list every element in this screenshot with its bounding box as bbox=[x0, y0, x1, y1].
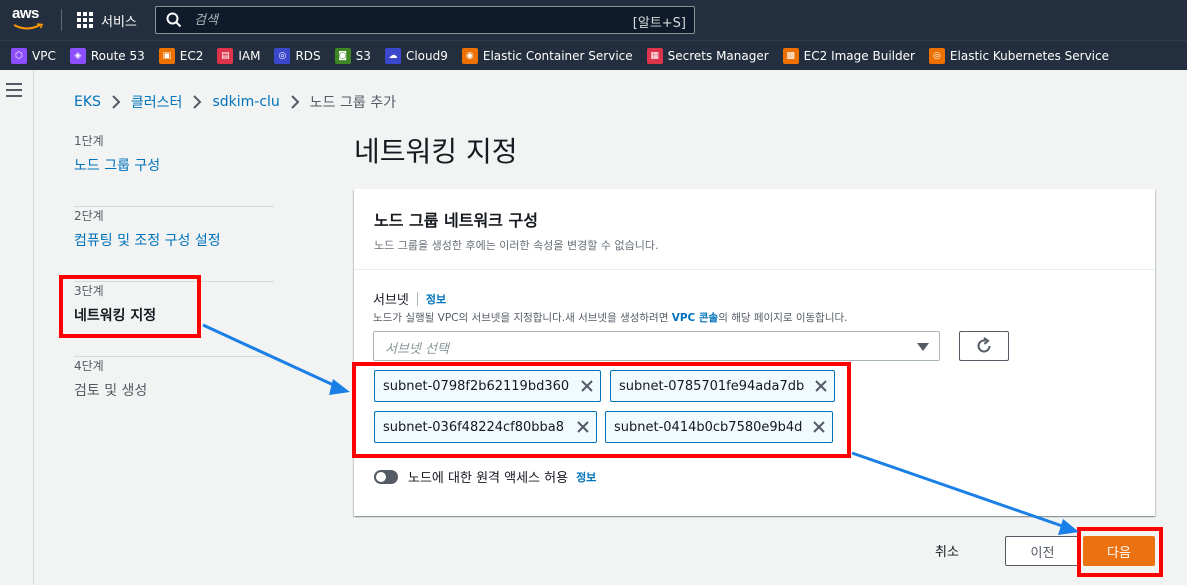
close-icon[interactable] bbox=[576, 420, 590, 434]
favorites-bar: ⬡ VPC ◈ Route 53 ▣ EC2 ▤ IAM ◎ RDS ◙ S3 ☁ Cloud… bbox=[0, 40, 1187, 70]
aws-logo-text: aws bbox=[12, 5, 39, 22]
annotation-arrowhead bbox=[1058, 519, 1079, 535]
services-menu-button[interactable]: 서비스 bbox=[77, 10, 137, 30]
search-icon bbox=[166, 12, 182, 28]
subnet-label: 서브넷 bbox=[373, 293, 409, 308]
close-icon[interactable] bbox=[812, 420, 826, 434]
eks-icon: ◎ bbox=[928, 47, 945, 64]
panel-title: 노드 그룹 네트워크 구성 bbox=[374, 211, 538, 230]
favorite-iam[interactable]: ▤ IAM bbox=[217, 47, 260, 64]
favorite-eks[interactable]: ◎ Elastic Kubernetes Service bbox=[928, 47, 1109, 64]
node-group-network-panel: 노드 그룹 네트워크 구성 노드 그룹을 생성한 후에는 이러한 속성을 변경할… bbox=[354, 189, 1155, 516]
s3-icon: ◙ bbox=[334, 47, 351, 64]
step-number: 3단계 bbox=[74, 284, 104, 298]
panel-description: 노드 그룹을 생성한 후에는 이러한 속성을 변경할 수 없습니다. bbox=[374, 239, 659, 252]
subnet-select[interactable]: 서브넷 선택 bbox=[373, 331, 940, 361]
step-link-node-group-config[interactable]: 노드 그룹 구성 bbox=[74, 155, 274, 175]
page-title: 네트워킹 지정 bbox=[354, 135, 518, 168]
aws-logo[interactable]: aws bbox=[12, 6, 48, 34]
vpc-console-link[interactable]: VPC 콘솔 bbox=[672, 312, 719, 324]
wizard-step-3: 3단계 네트워킹 지정 bbox=[74, 282, 274, 357]
search-input[interactable] bbox=[194, 12, 614, 28]
image-builder-icon: ▩ bbox=[782, 47, 799, 64]
favorite-secrets-manager[interactable]: ▦ Secrets Manager bbox=[646, 47, 769, 64]
subnet-token: subnet-0798f2b62119bd360 bbox=[374, 370, 601, 402]
vpc-icon: ⬡ bbox=[11, 47, 27, 64]
remote-access-row: 노드에 대한 원격 액세스 허용 정보 bbox=[374, 467, 596, 486]
favorite-vpc[interactable]: ⬡ VPC bbox=[11, 47, 56, 64]
remote-access-info-link[interactable]: 정보 bbox=[576, 469, 596, 485]
grid-menu-icon bbox=[77, 12, 93, 28]
wizard-step-4: 4단계 검토 및 생성 bbox=[74, 357, 274, 432]
ec2-icon: ▣ bbox=[158, 47, 175, 64]
wizard-step-1: 1단계 노드 그룹 구성 bbox=[74, 132, 274, 207]
step-link-compute-scaling[interactable]: 컴퓨팅 및 조정 구성 설정 bbox=[74, 230, 274, 250]
subnet-token-label: subnet-036f48224cf80bba8 bbox=[383, 419, 565, 435]
step-number: 1단계 bbox=[74, 134, 104, 148]
breadcrumb-cluster-name[interactable]: sdkim-clu bbox=[212, 94, 279, 110]
step-review-create: 검토 및 생성 bbox=[74, 383, 148, 399]
subnet-select-placeholder: 서브넷 선택 bbox=[385, 342, 449, 357]
subnet-token-label: subnet-0414b0cb7580e9b4d bbox=[614, 419, 803, 435]
favorite-ec2[interactable]: ▣ EC2 bbox=[158, 47, 203, 64]
favorite-route53[interactable]: ◈ Route 53 bbox=[69, 47, 145, 64]
remote-access-toggle[interactable] bbox=[374, 469, 398, 484]
refresh-icon bbox=[977, 337, 991, 353]
nav-divider bbox=[61, 9, 62, 31]
favorite-ec2-image-builder[interactable]: ▩ EC2 Image Builder bbox=[782, 47, 915, 64]
chevron-right-icon bbox=[291, 95, 300, 109]
next-button[interactable]: 다음 bbox=[1083, 536, 1155, 566]
favorite-ecs[interactable]: ◉ Elastic Container Service bbox=[461, 47, 633, 64]
breadcrumb: EKS 클러스터 sdkim-clu 노드 그룹 추가 bbox=[74, 92, 396, 112]
subnet-token-label: subnet-0798f2b62119bd360 bbox=[383, 378, 570, 394]
cancel-button[interactable]: 취소 bbox=[935, 541, 959, 560]
subnet-token: subnet-0414b0cb7580e9b4d bbox=[605, 411, 833, 443]
subnet-field-label: 서브넷 정보 bbox=[373, 289, 446, 308]
global-search[interactable]: [알트+S] bbox=[155, 6, 695, 34]
subnet-description: 노드가 실행될 VPC의 서브넷을 지정합니다.새 서브넷을 생성하려면 VPC… bbox=[373, 312, 848, 324]
breadcrumb-current: 노드 그룹 추가 bbox=[309, 95, 396, 111]
services-label: 서비스 bbox=[101, 14, 137, 30]
subnet-token: subnet-0785701fe94ada7db bbox=[610, 370, 835, 402]
aws-smile-icon bbox=[13, 23, 44, 30]
favorite-cloud9[interactable]: ☁ Cloud9 bbox=[384, 47, 448, 64]
rds-icon: ◎ bbox=[274, 47, 291, 64]
chevron-right-icon bbox=[193, 95, 202, 109]
search-shortcut-hint: [알트+S] bbox=[632, 16, 686, 31]
breadcrumb-clusters[interactable]: 클러스터 bbox=[131, 92, 183, 112]
favorite-s3[interactable]: ◙ S3 bbox=[334, 47, 371, 64]
previous-button[interactable]: 이전 bbox=[1005, 536, 1080, 566]
favorite-rds[interactable]: ◎ RDS bbox=[274, 47, 321, 64]
panel-header: 노드 그룹 네트워크 구성 노드 그룹을 생성한 후에는 이러한 속성을 변경할… bbox=[354, 189, 1155, 270]
step-current-networking: 네트워킹 지정 bbox=[74, 308, 157, 324]
secrets-manager-icon: ▦ bbox=[646, 47, 663, 64]
hamburger-menu-icon[interactable] bbox=[6, 83, 22, 97]
iam-icon: ▤ bbox=[217, 47, 234, 64]
annotation-arrowhead bbox=[329, 379, 350, 395]
caret-down-icon bbox=[917, 343, 929, 351]
wizard-steps: 1단계 노드 그룹 구성 2단계 컴퓨팅 및 조정 구성 설정 3단계 네트워킹… bbox=[74, 132, 274, 432]
close-icon[interactable] bbox=[814, 379, 828, 393]
subnet-token: subnet-036f48224cf80bba8 bbox=[374, 411, 597, 443]
top-navigation: aws 서비스 [알트+S] bbox=[0, 0, 1187, 40]
breadcrumb-eks[interactable]: EKS bbox=[74, 94, 101, 110]
remote-access-label: 노드에 대한 원격 액세스 허용 bbox=[408, 471, 569, 486]
cloud9-icon: ☁ bbox=[384, 47, 401, 64]
refresh-subnets-button[interactable] bbox=[959, 331, 1009, 361]
chevron-right-icon bbox=[112, 95, 121, 109]
step-number: 2단계 bbox=[74, 209, 104, 223]
step-number: 4단계 bbox=[74, 359, 104, 373]
subnet-token-label: subnet-0785701fe94ada7db bbox=[619, 378, 805, 394]
route53-icon: ◈ bbox=[69, 47, 86, 64]
subnet-info-link[interactable]: 정보 bbox=[426, 291, 446, 307]
side-rail-divider bbox=[33, 70, 34, 585]
wizard-step-2: 2단계 컴퓨팅 및 조정 구성 설정 bbox=[74, 207, 274, 282]
close-icon[interactable] bbox=[580, 379, 594, 393]
ecs-icon: ◉ bbox=[461, 47, 478, 64]
label-divider bbox=[416, 291, 418, 306]
